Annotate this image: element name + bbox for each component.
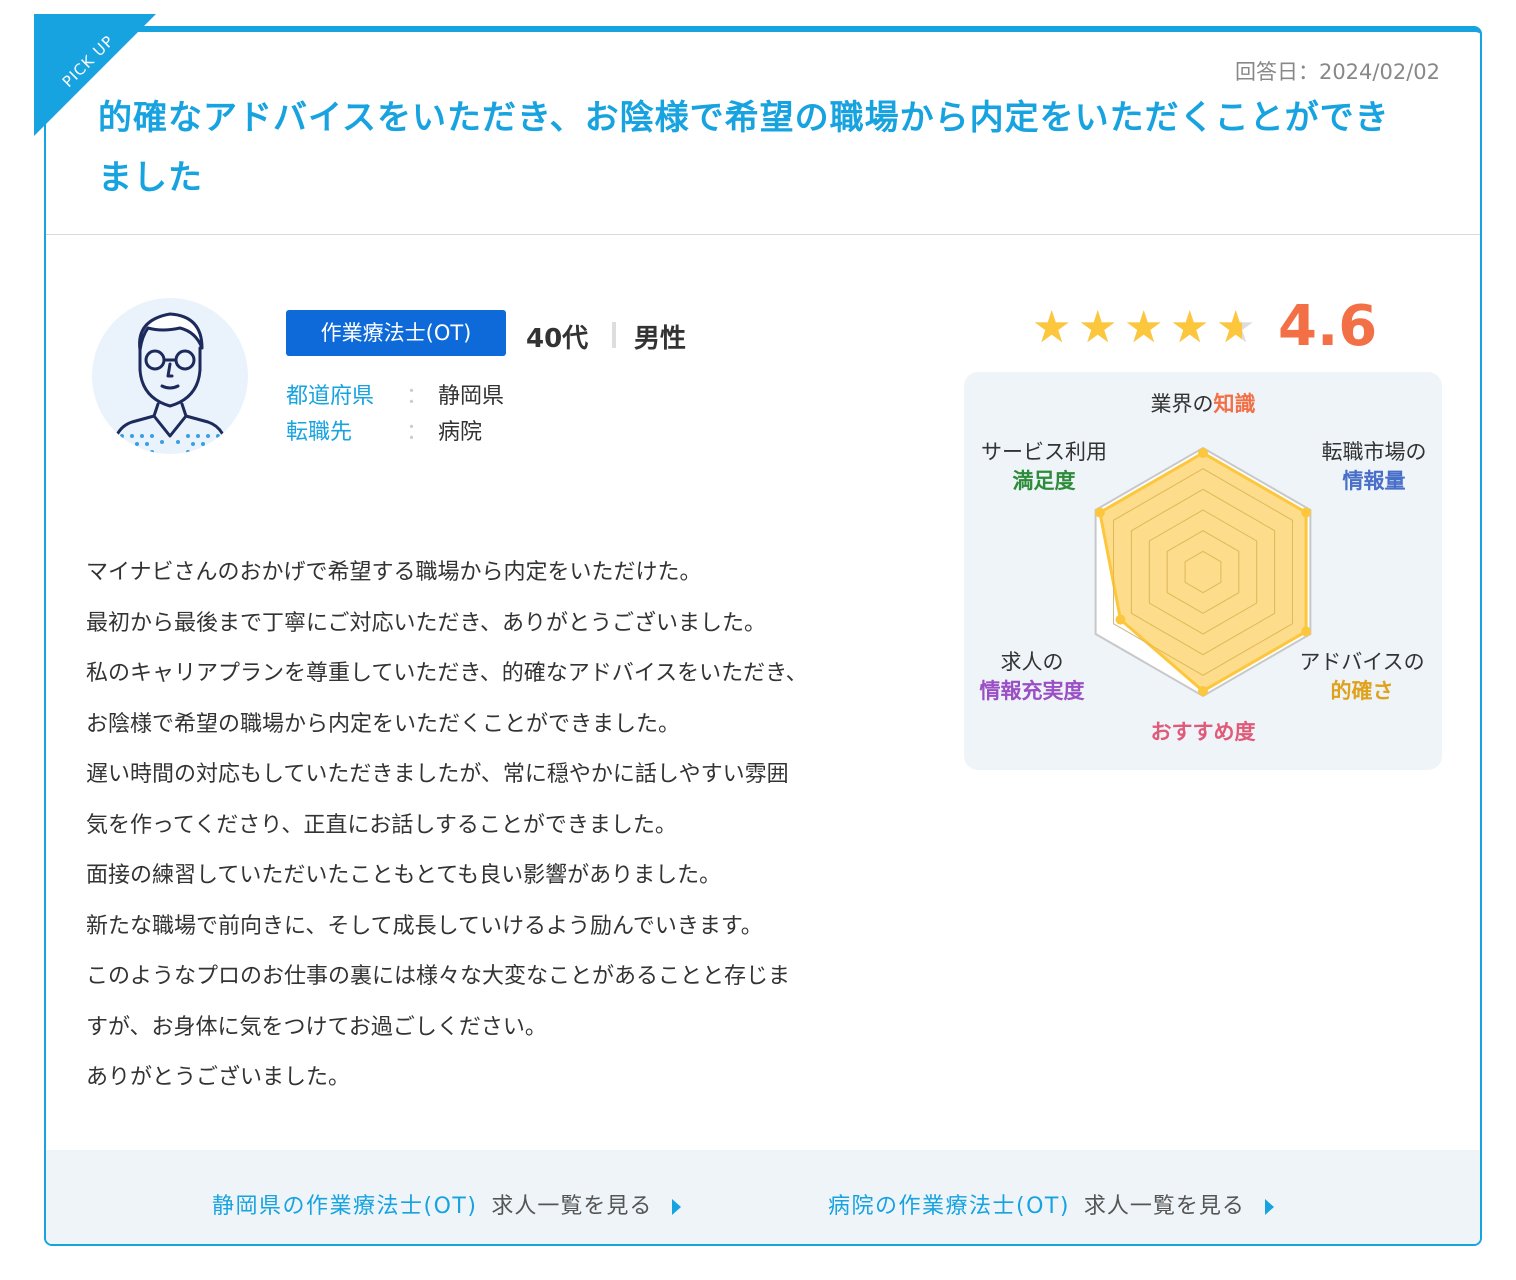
radar-chart-panel: 業界の知識転職市場の 情報量アドバイスの 的確さおすすめ度 求人の 情報充実度 サービス利… — [964, 372, 1442, 770]
link-main-text[interactable]: 病院の作業療法士(OT) — [828, 1194, 1070, 1219]
prefecture-row: 都道府県 ： 静岡県 — [286, 378, 504, 410]
job-list-link-prefecture[interactable]: 静岡県の作業療法士(OT) 求人一覧を見る — [212, 1188, 682, 1220]
review-body-line: このようなプロのお仕事の裏には様々な大変なことがあることと存じま — [86, 964, 791, 989]
review-body: マイナビさんのおかげで希望する職場から内定をいただけた。最初から最後まで丁寧にご… — [86, 548, 946, 1104]
divider — [46, 234, 1480, 235]
review-title-line: 的確なアドバイスをいただき、お陰様で希望の職場から内定をいただくことができ — [98, 98, 1390, 138]
radar-axis-label: 業界の知識 — [1150, 392, 1256, 416]
radar-point — [1115, 614, 1126, 625]
destination-row: 転職先 ： 病院 — [286, 414, 482, 446]
colon: ： — [406, 384, 429, 409]
review-title: 的確なアドバイスをいただき、お陰様で希望の職場から内定をいただくことができ まし… — [98, 88, 1448, 208]
radar-point — [1094, 507, 1105, 518]
prefecture-label: 都道府県 — [286, 384, 375, 409]
pickup-ribbon — [34, 14, 156, 136]
link-suffix-text[interactable]: 求人一覧を見る — [1084, 1194, 1245, 1219]
radar-axis-label: 求人の 情報充実度 — [979, 650, 1085, 703]
job-badge: 作業療法士(OT) — [286, 310, 506, 356]
radar-axis-label: 転職市場の 情報量 — [1321, 440, 1427, 493]
review-body-line: 面接の練習していただいたこともとても良い影響がありました。 — [86, 863, 722, 888]
caret-right-icon[interactable] — [1264, 1199, 1274, 1215]
footer-links: 静岡県の作業療法士(OT) 求人一覧を見る 病院の作業療法士(OT) 求人一覧を見る — [46, 1150, 1480, 1244]
radar-axis-label: おすすめ度 — [1150, 720, 1256, 744]
rating-score: 4.6 — [1278, 294, 1378, 359]
radar-point — [1198, 686, 1208, 697]
review-body-line: 気を作ってくださり、正直にお話しすることができました。 — [86, 812, 677, 838]
review-body-line: マイナビさんのおかげで希望する職場から内定をいただけた。 — [86, 560, 702, 585]
radar-chart — [1094, 446, 1312, 698]
answer-date: 回答日：2024/02/02 — [1234, 60, 1440, 84]
link-suffix-text[interactable]: 求人一覧を見る — [491, 1194, 652, 1219]
separator — [612, 322, 616, 348]
destination-value: 病院 — [438, 420, 483, 445]
avatar — [92, 298, 248, 454]
age-value: 40代 — [526, 324, 589, 354]
review-title-line: ました — [98, 158, 203, 198]
prefecture-value: 静岡県 — [438, 384, 505, 409]
caret-right-icon[interactable] — [672, 1199, 682, 1215]
destination-label: 転職先 — [286, 420, 353, 445]
radar-point — [1301, 626, 1312, 637]
radar-axis-label: サービス利用 満足度 — [981, 440, 1107, 493]
radar-axis-label: アドバイスの 的確さ — [1299, 650, 1425, 703]
link-main-text[interactable]: 静岡県の作業療法士(OT) — [212, 1194, 477, 1219]
review-body-line: ありがとうございました。 — [86, 1065, 351, 1090]
review-body-line: お陰様で希望の職場から内定をいただくことができました。 — [86, 711, 681, 737]
radar-point — [1301, 507, 1312, 518]
colon: ： — [406, 420, 429, 445]
radar-point — [1198, 447, 1208, 458]
job-list-link-workplace[interactable]: 病院の作業療法士(OT) 求人一覧を見る — [828, 1188, 1274, 1220]
review-card: 回答日：2024/02/02 的確なアドバイスをいただき、お陰様で希望の職場から… — [44, 26, 1482, 1246]
review-body-line: 新たな職場で前向きに、そして成長していけるよう励んでいきます。 — [86, 913, 763, 939]
review-body-line: すが、お身体に気をつけてお過ごしください。 — [86, 1014, 547, 1040]
man-with-glasses-icon — [110, 312, 230, 454]
review-body-line: 私のキャリアプランを尊重していただき、的確なアドバイスをいただき、 — [86, 661, 808, 686]
review-body-line: 最初から最後まで丁寧にご対応いただき、ありがとうございました。 — [86, 610, 767, 636]
review-body-line: 遅い時間の対応もしていただきましたが、常に穏やかに話しやすい雰囲 — [86, 762, 789, 787]
gender-value: 男性 — [634, 324, 687, 354]
